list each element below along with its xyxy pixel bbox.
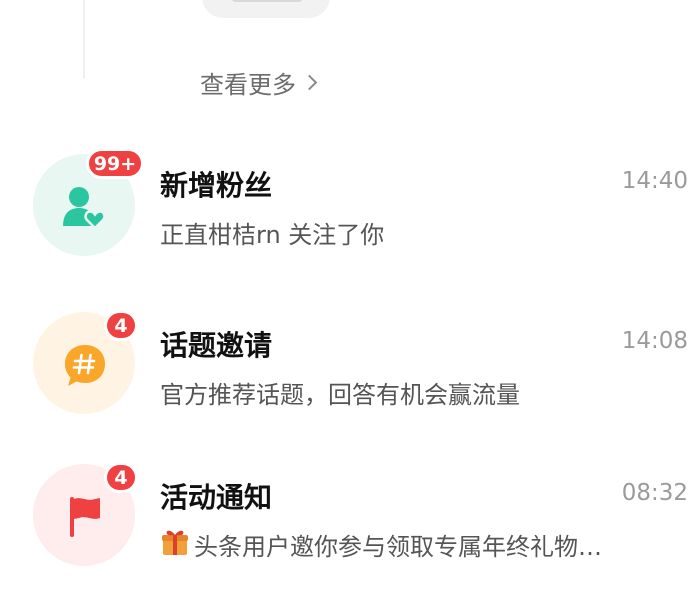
reply-pill-text: [232, 0, 302, 2]
notification-title: 新增粉丝: [160, 169, 273, 202]
topic-invite-badge: 4: [104, 310, 138, 341]
badge-count: 99+: [93, 152, 137, 175]
notification-new-followers[interactable]: 99+ 新增粉丝 14:40 正直柑桔rn 关注了你: [0, 128, 688, 278]
notification-subtitle: 正直柑桔rn 关注了你: [160, 221, 385, 249]
reply-pill[interactable]: [202, 0, 330, 18]
view-more-link[interactable]: 查看更多: [200, 62, 318, 102]
gift-emoji-icon: [162, 530, 188, 555]
notification-time: 08:32: [621, 480, 688, 506]
notification-time: 14:40: [621, 168, 688, 194]
chevron-right-icon: [301, 74, 318, 90]
badge-count: 4: [114, 466, 128, 489]
user-heart-icon: [63, 187, 106, 230]
notification-time: 14:08: [621, 328, 688, 354]
view-more-label: 查看更多: [200, 70, 296, 99]
badge-count: 4: [114, 314, 128, 337]
hashtag-bubble-icon: [65, 345, 105, 386]
activity-badge: 4: [104, 462, 138, 493]
thread-line: [83, 0, 85, 78]
notification-subtitle: 头条用户邀你参与领取专属年终礼物…: [194, 533, 602, 561]
notification-title: 话题邀请: [160, 329, 273, 362]
notification-topic-invite[interactable]: 4 话题邀请 14:08 官方推荐话题，回答有机会赢流量: [0, 286, 688, 436]
notification-activity[interactable]: 4 活动通知 08:32 头条用户邀你参与领取专属年终礼物…: [0, 438, 688, 588]
new-followers-badge: 99+: [86, 148, 144, 179]
notification-subtitle: 官方推荐话题，回答有机会赢流量: [160, 381, 520, 409]
notification-title: 活动通知: [160, 481, 273, 514]
red-flag-icon: [70, 497, 100, 537]
